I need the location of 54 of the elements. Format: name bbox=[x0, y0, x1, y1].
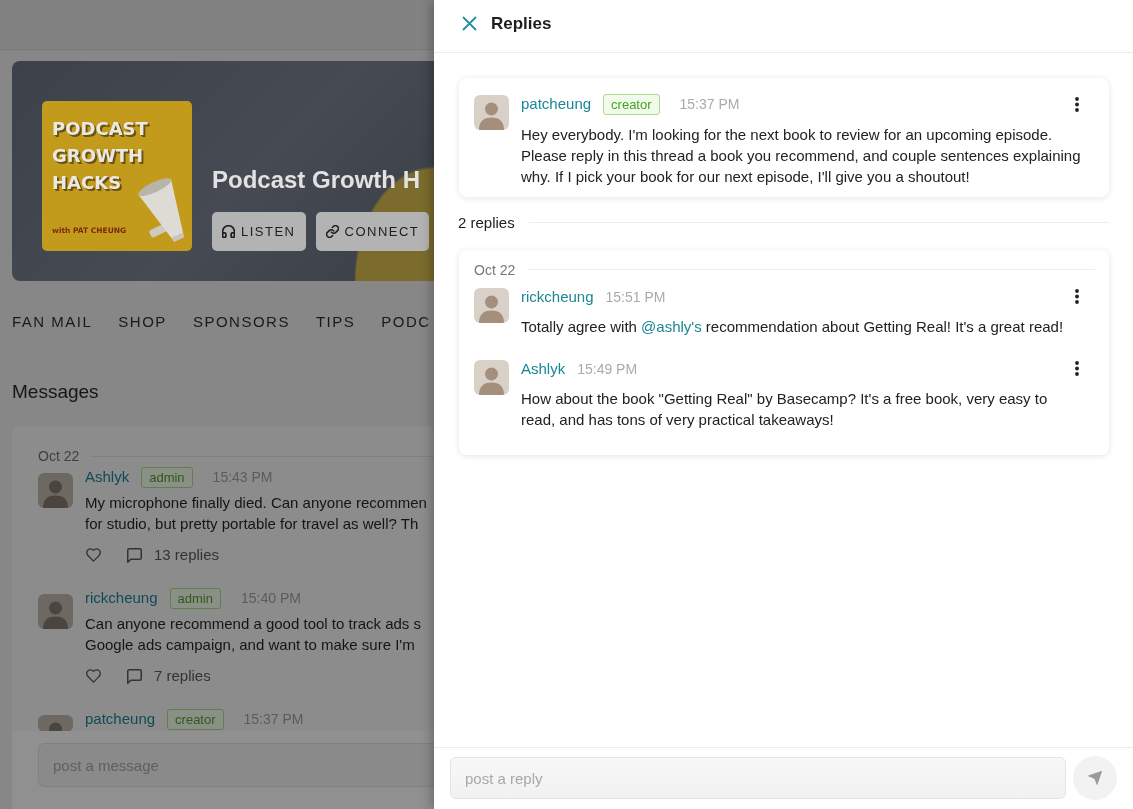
comment-icon[interactable] bbox=[127, 668, 142, 684]
close-icon[interactable] bbox=[462, 16, 477, 31]
podcast-title: Podcast Growth H bbox=[212, 165, 422, 195]
username-link[interactable]: patcheung bbox=[521, 94, 592, 114]
username-link[interactable]: rickcheung bbox=[521, 286, 594, 307]
timestamp: 15:37 PM bbox=[679, 95, 740, 113]
reply-input[interactable]: post a reply bbox=[450, 757, 1066, 799]
mention-link[interactable]: @ashly's bbox=[641, 318, 702, 335]
message-text: Hey everybody. I'm looking for the next book to review for an upcoming episode. Please reply in this thread a book you recommend, and couple sentences explaining why. If I pick your book for our next episode, I'll give you a shoutout! bbox=[521, 124, 1082, 187]
nav-tab[interactable]: PODC bbox=[381, 312, 431, 332]
date-label: Oct 22 bbox=[38, 447, 80, 465]
avatar-icon bbox=[38, 473, 73, 508]
username-link[interactable]: Ashlyk bbox=[85, 467, 130, 487]
more-options-icon[interactable] bbox=[1075, 361, 1079, 376]
heart-icon[interactable] bbox=[86, 548, 101, 562]
message-text: Can anyone recommend a good tool to track ads s Google ads campaign, and want to make sure I'm bbox=[85, 614, 423, 655]
timestamp: 15:51 PM bbox=[605, 287, 666, 306]
heart-icon[interactable] bbox=[86, 669, 101, 683]
message-text: Totally agree with @ashly's recommendation about Getting Real! It's a great read! bbox=[521, 317, 1065, 337]
avatar-icon bbox=[38, 594, 73, 629]
avatar-icon bbox=[474, 95, 509, 130]
more-options-icon[interactable] bbox=[1075, 96, 1079, 112]
comment-icon[interactable] bbox=[127, 547, 142, 563]
nav-tab[interactable]: SPONSORS bbox=[192, 312, 290, 332]
avatar-icon bbox=[474, 287, 509, 323]
panel-title: Replies bbox=[491, 12, 552, 35]
replies-link[interactable]: 7 replies bbox=[154, 666, 211, 686]
username-link[interactable]: Ashlyk bbox=[521, 358, 566, 379]
headphones-icon bbox=[222, 225, 235, 238]
message-text: How about the book "Getting Real" by Basecamp? It's a free book, very easy to read, and has tons of very practical takeaways! bbox=[521, 389, 1049, 430]
avatar-icon bbox=[474, 359, 509, 395]
send-button[interactable] bbox=[1073, 756, 1117, 800]
avatar-icon bbox=[38, 715, 73, 731]
nav-tab[interactable]: TIPS bbox=[315, 312, 356, 332]
paper-plane-icon bbox=[1088, 771, 1102, 785]
more-options-icon[interactable] bbox=[1075, 289, 1079, 304]
reply-count: 2 replies bbox=[458, 212, 515, 233]
cover-title: PODCAST GROWTH HACKS bbox=[52, 117, 148, 195]
role-badge: creator bbox=[167, 708, 224, 730]
username-link[interactable]: rickcheung bbox=[85, 588, 158, 608]
replies-link[interactable]: 13 replies bbox=[154, 545, 220, 565]
section-heading: Messages bbox=[12, 380, 100, 404]
username-link[interactable]: patcheung bbox=[85, 709, 156, 729]
role-badge: creator bbox=[603, 93, 660, 115]
connect-button[interactable]: CONNECT bbox=[315, 212, 430, 251]
timestamp: 15:49 PM bbox=[577, 359, 638, 378]
link-icon bbox=[325, 225, 339, 238]
message-text: My microphone finally died. Can anyone recommen for studio, but pretty portable for travel as well? Th bbox=[85, 493, 428, 534]
date-label: Oct 22 bbox=[474, 260, 516, 279]
nav-tab[interactable]: SHOP bbox=[118, 312, 167, 332]
role-badge: admin bbox=[141, 466, 193, 488]
nav-tab[interactable]: FAN MAIL bbox=[12, 312, 93, 332]
listen-button[interactable]: LISTEN bbox=[212, 212, 306, 251]
role-badge: admin bbox=[169, 587, 221, 609]
